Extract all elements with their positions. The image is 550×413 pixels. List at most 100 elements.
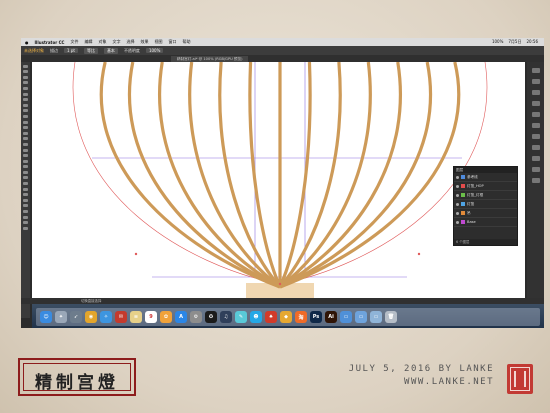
photoshop-icon[interactable]: Ps: [310, 311, 322, 323]
weibo-icon[interactable]: ♠: [265, 311, 277, 323]
menu-type[interactable]: 文字: [112, 39, 120, 45]
lantern-artwork[interactable]: [32, 62, 525, 298]
visibility-eye-icon[interactable]: [456, 193, 459, 197]
folder2-icon[interactable]: ▭: [355, 311, 367, 323]
appearance-panel-icon[interactable]: [531, 156, 540, 161]
finder-icon[interactable]: ☺: [40, 311, 52, 323]
menu-effect[interactable]: 效果: [140, 39, 148, 45]
magic-wand-tool-icon[interactable]: [23, 75, 28, 79]
brushes-panel-icon[interactable]: [531, 101, 540, 106]
graphic-styles-panel-icon[interactable]: [531, 167, 540, 172]
properties-panel-icon[interactable]: [531, 68, 540, 73]
menu-view[interactable]: 视图: [154, 39, 162, 45]
lasso-tool-icon[interactable]: [23, 81, 28, 85]
stroke-label: 描边: [50, 47, 58, 53]
taobao-icon[interactable]: 淘: [295, 311, 307, 323]
menu-select[interactable]: 选择: [126, 39, 134, 45]
qq-icon[interactable]: ✪: [205, 311, 217, 323]
layer-row[interactable]: 灯笼_灯框: [454, 191, 517, 200]
website[interactable]: WWW.LANKE.NET: [349, 376, 494, 389]
penguin-icon[interactable]: ☻: [250, 311, 262, 323]
chrome-icon[interactable]: ◉: [85, 311, 97, 323]
notes-icon[interactable]: ≡: [130, 311, 142, 323]
download-icon[interactable]: ▭: [370, 311, 382, 323]
layers-panel-icon[interactable]: [531, 178, 540, 183]
mac-dock: ☺ ✦ ➶ ◉ ✧ ✉ ≡ 9 ✿ A ⚙ ✪ ♫ ✎ ☻ ♠ ◆ 淘 Ps Ai ▭ ▭ ▭ 🗑: [32, 304, 544, 328]
gradient-panel-icon[interactable]: [531, 134, 540, 139]
gradient-tool-icon[interactable]: [23, 170, 28, 174]
hand-tool-icon[interactable]: [23, 210, 28, 214]
date-status[interactable]: 7月5日: [508, 39, 521, 45]
selection-tool-icon[interactable]: [23, 64, 28, 68]
visibility-eye-icon[interactable]: [456, 175, 459, 179]
eraser-tool-icon[interactable]: [23, 126, 28, 130]
layer-row[interactable]: 灯笼_HOP: [454, 182, 517, 191]
stroke-panel-icon[interactable]: [531, 123, 540, 128]
symbol-sprayer-tool-icon[interactable]: [23, 187, 28, 191]
line-tool-icon[interactable]: [23, 103, 28, 107]
curvature-tool-icon[interactable]: [23, 92, 28, 96]
layer-row[interactable]: 灯笼: [454, 200, 517, 209]
fill-stroke-swatch-icon[interactable]: [23, 221, 28, 225]
menu-edit[interactable]: 编辑: [84, 39, 92, 45]
color-panel-icon[interactable]: [531, 79, 540, 84]
shape-builder-tool-icon[interactable]: [23, 154, 28, 158]
apple-icon[interactable]: ●: [25, 40, 29, 45]
paintbrush-tool-icon[interactable]: [23, 114, 28, 118]
illustrator-icon[interactable]: Ai: [325, 311, 337, 323]
menu-file[interactable]: 文件: [70, 39, 78, 45]
menu-object[interactable]: 对象: [98, 39, 106, 45]
width-tool-icon[interactable]: [23, 142, 28, 146]
rectangle-tool-icon[interactable]: [23, 109, 28, 113]
battery-status[interactable]: 100%: [492, 39, 503, 45]
folder-icon[interactable]: ▭: [340, 311, 352, 323]
pencil-tool-icon[interactable]: [23, 120, 28, 124]
screen-mode-icon[interactable]: [23, 226, 28, 230]
perspective-grid-tool-icon[interactable]: [23, 159, 28, 163]
scale-tool-icon[interactable]: [23, 137, 28, 141]
artboard-canvas[interactable]: [32, 62, 525, 298]
slice-tool-icon[interactable]: [23, 204, 28, 208]
messages-icon[interactable]: ✎: [235, 311, 247, 323]
visibility-eye-icon[interactable]: [456, 211, 459, 215]
menu-help[interactable]: 帮助: [182, 39, 190, 45]
direct-selection-tool-icon[interactable]: [23, 70, 28, 74]
free-transform-tool-icon[interactable]: [23, 148, 28, 152]
prefs-icon[interactable]: ⚙: [190, 311, 202, 323]
profile-field[interactable]: 等比: [83, 47, 98, 54]
calendar-icon[interactable]: 9: [145, 311, 157, 323]
zoom-tool-icon[interactable]: [23, 215, 28, 219]
photos-icon[interactable]: ✿: [160, 311, 172, 323]
rotate-tool-icon[interactable]: [23, 131, 28, 135]
eyedropper-tool-icon[interactable]: [23, 176, 28, 180]
launchpad-icon[interactable]: ✦: [55, 311, 67, 323]
appstore-icon[interactable]: A: [175, 311, 187, 323]
visibility-eye-icon[interactable]: [456, 220, 459, 224]
rocket-icon[interactable]: ➶: [70, 311, 82, 323]
brush-field[interactable]: 基本: [103, 47, 118, 54]
layer-row[interactable]: 吊: [454, 209, 517, 218]
music-icon[interactable]: ♫: [220, 311, 232, 323]
mesh-tool-icon[interactable]: [23, 165, 28, 169]
time-status[interactable]: 20:56: [526, 39, 538, 45]
layer-row[interactable]: 参考线: [454, 173, 517, 182]
transparency-panel-icon[interactable]: [531, 145, 540, 150]
stroke-weight-field[interactable]: 1 pt: [64, 48, 78, 53]
blend-tool-icon[interactable]: [23, 182, 28, 186]
opacity-field[interactable]: 100%: [145, 48, 164, 53]
graph-tool-icon[interactable]: [23, 193, 28, 197]
safari-icon[interactable]: ✧: [100, 311, 112, 323]
app-name[interactable]: Illustrator CC: [35, 40, 65, 45]
layer-row[interactable]: Base: [454, 218, 517, 227]
menu-window[interactable]: 窗口: [168, 39, 176, 45]
trash-icon[interactable]: 🗑: [385, 311, 397, 323]
mail-icon[interactable]: ✉: [115, 311, 127, 323]
sketch-icon[interactable]: ◆: [280, 311, 292, 323]
swatches-panel-icon[interactable]: [531, 90, 540, 95]
symbols-panel-icon[interactable]: [531, 112, 540, 117]
visibility-eye-icon[interactable]: [456, 184, 459, 188]
visibility-eye-icon[interactable]: [456, 202, 459, 206]
artboard-tool-icon[interactable]: [23, 198, 28, 202]
type-tool-icon[interactable]: [23, 98, 28, 102]
pen-tool-icon[interactable]: [23, 86, 28, 90]
